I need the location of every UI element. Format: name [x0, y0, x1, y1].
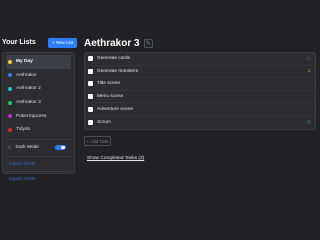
- task-checkbox[interactable]: [88, 81, 93, 87]
- task-row[interactable]: Scrum ◇: [85, 116, 315, 129]
- list-color-dot: [8, 59, 12, 64]
- edit-title-button[interactable]: ✎: [143, 38, 153, 48]
- sidebar-divider: [6, 155, 71, 157]
- sidebar-item[interactable]: Aethrakor: [6, 69, 71, 83]
- sidebar-divider: [6, 170, 71, 172]
- sidebar-item[interactable]: Aethrakor 2: [6, 82, 71, 96]
- task-row[interactable]: Adventure scene: [85, 103, 315, 116]
- list-color-dot: [8, 86, 12, 91]
- dark-mode-row: ☾ Dark Mode: [6, 142, 71, 154]
- sidebar-item-label: My Day: [16, 59, 33, 65]
- task-checkbox[interactable]: [88, 106, 93, 112]
- sidebar-header: Your Lists + New List: [2, 36, 77, 49]
- export-json-link[interactable]: Export JSON: [6, 174, 71, 184]
- task-label: Generate monsters: [97, 68, 139, 74]
- moon-icon: ☾: [8, 144, 13, 151]
- sidebar-panel: My Day Aethrakor Aethrakor 2 Aethrakor 3 Pok…: [2, 52, 75, 181]
- sidebar-item-label: PokerSquares: [16, 113, 47, 119]
- list-items: My Day Aethrakor Aethrakor 2 Aethrakor 3 Pok…: [6, 55, 71, 137]
- recurring-icon: ◇: [307, 119, 311, 126]
- list-color-dot: [8, 100, 12, 105]
- dark-mode-label: Dark Mode: [15, 145, 39, 151]
- task-label: Adventure scene: [97, 106, 134, 112]
- list-title-bar: Aethrakor 3 ✎: [84, 37, 153, 49]
- task-label: Scrum: [97, 119, 111, 125]
- task-list: Generate cards ▭ Generate monsters ♫ Title s…: [84, 52, 316, 130]
- task-label: Menu scene: [97, 94, 124, 100]
- bell-icon: ♫: [307, 68, 311, 75]
- sidebar-item[interactable]: PokerSquares: [6, 109, 71, 123]
- sidebar-item-label: Aethrakor: [16, 72, 37, 78]
- dark-mode-toggle[interactable]: [55, 145, 66, 151]
- import-json-link[interactable]: Import JSON: [6, 159, 71, 169]
- task-row[interactable]: Menu scene: [85, 91, 315, 104]
- task-checkbox[interactable]: [88, 68, 93, 74]
- task-row[interactable]: Generate monsters ♫: [85, 66, 315, 79]
- new-list-button[interactable]: + New List: [47, 37, 77, 48]
- list-color-dot: [8, 127, 12, 132]
- sidebar-item[interactable]: Aethrakor 3: [6, 96, 71, 110]
- sidebar-item[interactable]: Tidydo: [6, 123, 71, 137]
- task-checkbox[interactable]: [88, 119, 93, 125]
- calendar-icon: ▭: [306, 55, 311, 62]
- task-label: Title scene: [97, 81, 121, 87]
- sidebar-item-label: Aethrakor 2: [16, 86, 41, 92]
- page-title: Aethrakor 3: [84, 37, 140, 49]
- list-color-dot: [8, 73, 12, 78]
- toggle-knob: [61, 145, 65, 150]
- add-task-button[interactable]: + Add Task: [84, 136, 111, 146]
- list-color-dot: [8, 114, 12, 119]
- show-completed-link[interactable]: Show Completed Tasks (3): [87, 156, 144, 161]
- sidebar-title: Your Lists: [2, 39, 36, 46]
- sidebar-item-label: Aethrakor 3: [16, 100, 41, 106]
- sidebar-item-label: Tidydo: [16, 127, 31, 133]
- task-row[interactable]: Title scene: [85, 78, 315, 91]
- task-checkbox[interactable]: [88, 94, 93, 100]
- task-label: Generate cards: [97, 56, 131, 62]
- sidebar-divider: [6, 138, 71, 140]
- pencil-icon: ✎: [145, 40, 151, 47]
- task-row[interactable]: Generate cards ▭: [85, 53, 315, 66]
- task-checkbox[interactable]: [88, 56, 93, 62]
- sidebar-item[interactable]: My Day: [6, 55, 71, 69]
